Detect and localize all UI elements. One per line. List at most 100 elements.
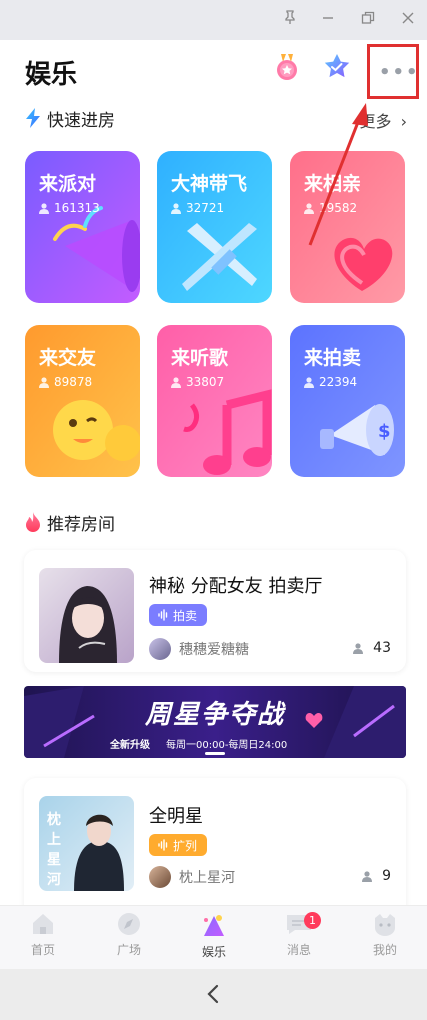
host-name: 穗穗爱糖糖 (179, 642, 249, 658)
page-title: 娱乐 (25, 60, 78, 90)
card-count: 161313 (39, 201, 100, 215)
svg-text:上: 上 (47, 832, 61, 848)
card-count-value: 33807 (186, 375, 225, 389)
tab-label: 首页 (30, 943, 55, 957)
card-count: 19582 (304, 201, 357, 215)
svg-text:$: $ (378, 421, 391, 442)
svg-text:枕: 枕 (47, 811, 61, 828)
chevron-left-icon (207, 984, 219, 1004)
quick-room-card-auction[interactable]: $ 来拍卖 22394 (290, 325, 405, 477)
restore-icon[interactable] (356, 8, 380, 32)
chevron-right-icon: › (400, 112, 407, 131)
carousel-indicator (205, 752, 225, 755)
tab-label: 广场 (116, 943, 141, 957)
quick-room-card-party[interactable]: 来派对 161313 (25, 151, 140, 303)
avatar (149, 866, 171, 888)
svg-text:星: 星 (47, 852, 61, 868)
tab-label: 娱乐 (201, 945, 226, 959)
home-icon (33, 914, 53, 934)
quick-room-card-carry[interactable]: 大神带飞 32721 (157, 151, 272, 303)
person-icon (171, 376, 181, 388)
user-count-value: 9 (382, 868, 391, 884)
card-title: 来派对 (39, 173, 97, 195)
person-icon (304, 376, 314, 388)
main-content[interactable]: 快速进房 更多 › 来派对 161313 大神带飞 32721 来相亲 1958… (0, 100, 427, 905)
card-title: 来相亲 (304, 173, 362, 195)
banner-subtitle: 全新升级 (110, 740, 150, 751)
compass-icon (118, 913, 140, 935)
back-button[interactable] (200, 979, 228, 1009)
avatar (149, 638, 171, 660)
promo-banner[interactable]: 周星争夺战 全新升级 每周一00:00-每周日24:00 (24, 686, 406, 758)
card-title: 来交友 (39, 347, 97, 369)
close-icon[interactable] (396, 8, 420, 32)
room-card[interactable]: 枕 上 星 河 全明星 扩列 枕上星河 9 (24, 778, 406, 905)
person-icon (304, 202, 314, 214)
card-title: 来听歌 (171, 347, 229, 369)
quick-room-card-dating[interactable]: 来相亲 19582 (290, 151, 405, 303)
medal-icon[interactable] (272, 52, 302, 82)
tab-home[interactable]: 首页 (8, 912, 78, 966)
room-host: 穗穗爱糖糖 (149, 638, 249, 660)
tab-messages[interactable]: 消息 1 (264, 912, 334, 966)
sound-wave-icon (158, 839, 168, 851)
card-count-value: 22394 (319, 375, 358, 389)
lightning-icon (26, 108, 40, 128)
minimize-icon[interactable] (316, 8, 340, 32)
system-nav-bar (0, 969, 427, 1020)
recommended-header: 推荐房间 (25, 510, 115, 535)
card-count: 33807 (171, 375, 224, 389)
card-count-value: 161313 (54, 201, 100, 215)
room-card[interactable]: 神秘 分配女友 拍卖厅 拍卖 穗穗爱糖糖 43 (24, 550, 406, 672)
card-count: 22394 (304, 375, 357, 389)
pin-icon[interactable] (278, 8, 302, 32)
person-icon (353, 642, 364, 654)
person-icon (39, 376, 49, 388)
card-count: 32721 (171, 201, 224, 215)
card-count-value: 19582 (319, 201, 358, 215)
section-title: 推荐房间 (47, 514, 115, 535)
host-name: 枕上星河 (179, 870, 235, 886)
card-count-value: 32721 (186, 201, 225, 215)
more-link-label: 更多 (359, 112, 392, 131)
card-count: 89878 (39, 375, 92, 389)
sound-wave-icon (158, 609, 168, 621)
more-icon: ••• (379, 62, 420, 83)
room-user-count: 43 (353, 640, 391, 656)
room-tag-label: 扩列 (173, 838, 198, 853)
profile-icon (375, 914, 395, 936)
tab-label: 消息 (286, 943, 311, 957)
banner-schedule: 每周一00:00-每周日24:00 (166, 740, 288, 751)
svg-text:河: 河 (47, 871, 61, 888)
room-host: 枕上星河 (149, 866, 235, 888)
user-count-value: 43 (373, 640, 391, 656)
app-header: 娱乐 ••• (0, 40, 427, 100)
card-title: 来拍卖 (304, 347, 362, 369)
bottom-tab-bar: 首页 广场 娱乐 消息 1 我的 (0, 905, 427, 969)
tab-entertainment[interactable]: 娱乐 (179, 912, 249, 966)
tab-label: 我的 (372, 943, 397, 957)
card-count-value: 89878 (54, 375, 93, 389)
room-tag: 拍卖 (149, 604, 208, 626)
room-tag-label: 拍卖 (173, 608, 198, 623)
flame-icon (26, 512, 40, 532)
quick-rooms-header: 快速进房 (25, 106, 115, 131)
room-title: 全明星 (149, 806, 203, 827)
card-title: 大神带飞 (171, 173, 248, 195)
person-icon (362, 870, 373, 882)
more-button[interactable]: ••• (367, 44, 419, 99)
quick-room-card-friends[interactable]: 来交友 89878 (25, 325, 140, 477)
tab-profile[interactable]: 我的 (350, 912, 420, 966)
quick-rooms-more-link[interactable]: 更多 › (359, 108, 407, 132)
star-badge-icon[interactable] (322, 52, 352, 82)
quick-room-card-music[interactable]: 来听歌 33807 (157, 325, 272, 477)
person-icon (171, 202, 181, 214)
tab-square[interactable]: 广场 (94, 912, 164, 966)
room-cover-image (39, 568, 134, 663)
banner-title: 周星争夺战 (144, 700, 285, 730)
person-icon (39, 202, 49, 214)
room-cover-image: 枕 上 星 河 (39, 796, 134, 891)
party-hat-icon (204, 915, 224, 936)
room-user-count: 9 (362, 868, 391, 884)
room-title: 神秘 分配女友 拍卖厅 (149, 576, 323, 597)
